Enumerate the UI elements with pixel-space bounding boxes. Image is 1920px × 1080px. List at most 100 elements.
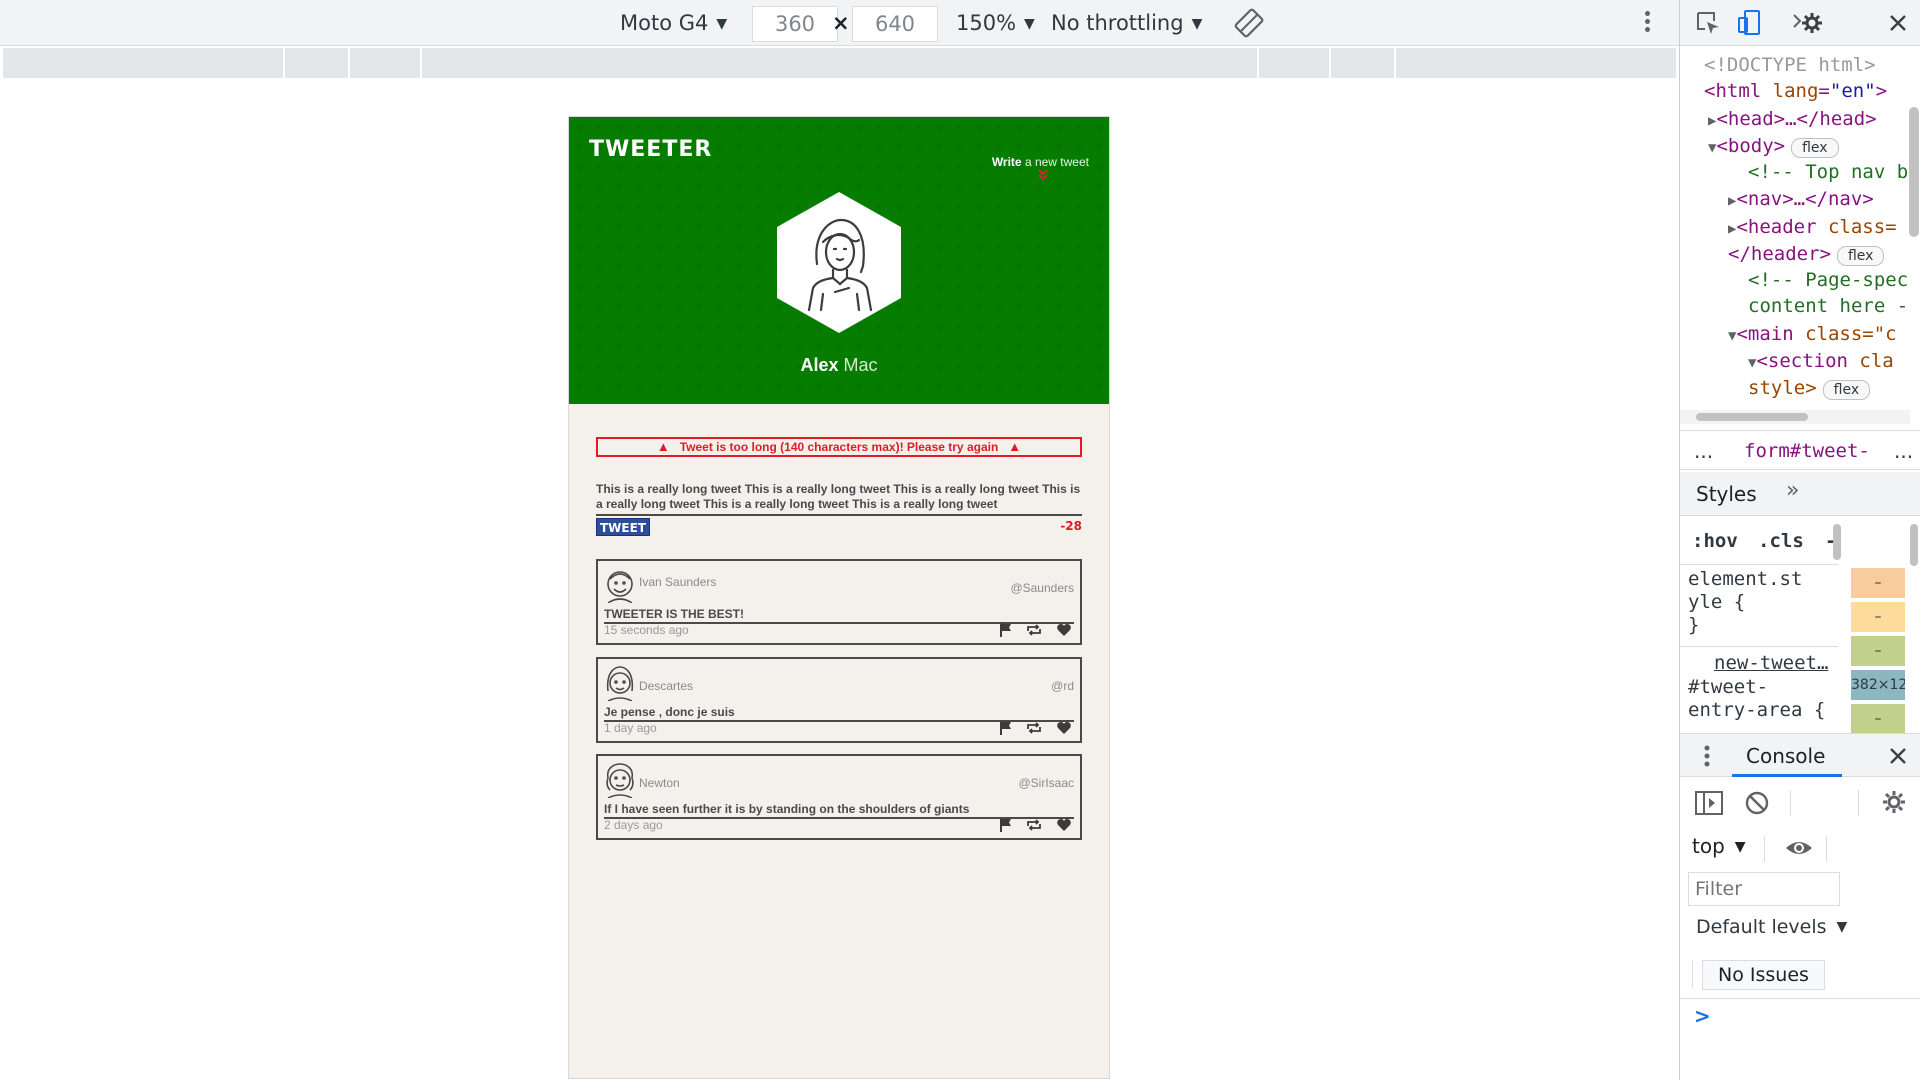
elements-tree: <!DOCTYPE html> <html lang="en"> ▶<head>… xyxy=(1680,47,1920,422)
stylesheet-link[interactable]: new-tweet… xyxy=(1714,652,1828,674)
tab-console[interactable]: Console xyxy=(1746,744,1825,768)
comment-node[interactable]: <!-- Top nav b xyxy=(1748,159,1908,185)
head-node[interactable]: ▶<head>…</head> xyxy=(1708,106,1877,134)
elements-scrollbar[interactable] xyxy=(1909,107,1919,237)
comment-node[interactable]: content here - xyxy=(1748,293,1908,319)
console-drawer-header: Console xyxy=(1680,733,1920,777)
issues-button[interactable]: No Issues xyxy=(1702,960,1825,990)
context-select[interactable]: top ▼ xyxy=(1692,834,1746,858)
box-padding-bottom: – xyxy=(1851,704,1905,734)
section-node[interactable]: ▼<section cla xyxy=(1748,348,1894,376)
tweet-author-name: Ivan Saunders xyxy=(639,575,717,589)
heart-icon[interactable] xyxy=(1056,720,1072,736)
throttling-select-label: No throttling xyxy=(1051,11,1184,35)
main-node[interactable]: ▼<main class="c xyxy=(1728,321,1897,349)
header-close-node[interactable]: </header> flex xyxy=(1728,241,1885,267)
breadcrumb-more[interactable]: ... xyxy=(1894,439,1913,463)
tweet-timestamp: 15 seconds ago xyxy=(604,623,689,637)
device-toggle-icon[interactable] xyxy=(1736,9,1764,37)
hov-toggle[interactable]: :hov xyxy=(1692,530,1738,552)
console-filter-input[interactable] xyxy=(1688,872,1840,906)
nav-node[interactable]: ▶<nav>…</nav> xyxy=(1728,186,1874,214)
tab-styles[interactable]: Styles xyxy=(1696,482,1757,506)
flex-badge: flex xyxy=(1822,380,1871,400)
user-last-name: Mac xyxy=(843,355,878,375)
tweet-card: Descartes @rd Je pense , donc je suis 1 … xyxy=(596,657,1082,743)
body-node[interactable]: ▼<body> flex xyxy=(1708,133,1839,161)
zoom-select-label: 150% xyxy=(956,11,1017,35)
close-icon[interactable] xyxy=(1884,9,1912,37)
tweet-textarea[interactable]: This is a really long tweet This is a re… xyxy=(596,482,1082,516)
tweet-actions xyxy=(998,622,1074,638)
elements-horizontal-scrollbar[interactable] xyxy=(1680,410,1910,424)
tweet-card: Newton @SirIsaac If I have seen further … xyxy=(596,754,1082,840)
more-options-icon[interactable] xyxy=(1637,8,1657,38)
emulated-page: TWEETER Write a new tweet Alex Mac ▲ Twe… xyxy=(568,116,1110,1079)
flex-badge: flex xyxy=(1836,246,1885,266)
retweet-icon[interactable] xyxy=(1026,720,1042,736)
inspect-element-icon[interactable] xyxy=(1694,9,1722,37)
retweet-icon[interactable] xyxy=(1026,622,1042,638)
html-node[interactable]: <html lang="en"> xyxy=(1704,78,1887,104)
tweet-author-name: Newton xyxy=(639,776,680,790)
write-link-rest: a new tweet xyxy=(1024,155,1089,169)
sidebar-toggle-icon[interactable] xyxy=(1694,790,1724,820)
element-style-selector[interactable]: element.st xyxy=(1688,568,1802,591)
character-counter: -28 xyxy=(1060,519,1082,533)
boxmodel-scrollbar[interactable] xyxy=(1910,524,1918,566)
box-padding: – xyxy=(1851,636,1905,666)
double-chevron-right-icon[interactable]: » xyxy=(1786,478,1799,503)
tweet-author-handle: @rd xyxy=(1051,679,1074,693)
media-query-bar[interactable] xyxy=(3,48,1676,78)
console-pane: top ▼ Default levels ▼ No Issues > xyxy=(1680,778,1920,1080)
double-chevron-down-icon[interactable] xyxy=(1037,169,1049,184)
tweet-timestamp: 1 day ago xyxy=(604,721,657,735)
heart-icon[interactable] xyxy=(1056,817,1072,833)
rule-selector[interactable]: #tweet- xyxy=(1688,676,1768,699)
flag-icon[interactable] xyxy=(998,720,1014,736)
box-content-size: 382×120 xyxy=(1851,670,1905,700)
doctype-node[interactable]: <!DOCTYPE html> xyxy=(1704,52,1876,78)
tweet-author-handle: @SirIsaac xyxy=(1018,776,1074,790)
close-icon[interactable] xyxy=(1886,744,1910,768)
clear-console-icon[interactable] xyxy=(1744,790,1770,820)
flex-badge: flex xyxy=(1791,138,1839,158)
write-link-bold: Write xyxy=(991,155,1022,169)
cls-toggle[interactable]: .cls xyxy=(1758,530,1804,552)
rotate-icon[interactable] xyxy=(1234,8,1264,38)
height-input[interactable]: 640 xyxy=(852,6,938,42)
retweet-icon[interactable] xyxy=(1026,817,1042,833)
eye-icon[interactable] xyxy=(1784,836,1814,864)
zoom-select[interactable]: 150% ▼ xyxy=(956,11,1035,35)
heart-icon[interactable] xyxy=(1056,622,1072,638)
write-tweet-link[interactable]: Write a new tweet xyxy=(992,155,1089,169)
console-prompt-icon[interactable]: > xyxy=(1694,1004,1711,1028)
dom-breadcrumb: ... form#tweet- ... xyxy=(1680,430,1920,470)
drawer-menu-icon[interactable] xyxy=(1704,744,1710,768)
log-levels-select[interactable]: Default levels ▼ xyxy=(1696,916,1847,938)
devtools-toolbar xyxy=(1680,0,1920,46)
tweet-author-name: Descartes xyxy=(639,679,694,693)
user-display-name: Alex Mac xyxy=(569,355,1109,376)
caret-down-icon: ▼ xyxy=(1734,839,1746,855)
style-attr-node[interactable]: style> flex xyxy=(1748,375,1871,401)
comment-node[interactable]: <!-- Page-spec xyxy=(1748,267,1908,293)
console-settings-icon[interactable] xyxy=(1880,788,1908,820)
device-select[interactable]: Moto G4 ▼ xyxy=(620,11,727,35)
settings-icon[interactable] xyxy=(1792,9,1822,37)
tweet-timestamp: 2 days ago xyxy=(604,818,663,832)
flag-icon[interactable] xyxy=(998,622,1014,638)
flag-icon[interactable] xyxy=(998,817,1014,833)
styles-scrollbar[interactable] xyxy=(1833,524,1841,560)
throttling-select[interactable]: No throttling ▼ xyxy=(1051,11,1202,35)
breadcrumb-ellipsis[interactable]: ... xyxy=(1694,439,1713,463)
header-node[interactable]: ▶<header class= xyxy=(1728,214,1897,242)
user-first-name: Alex xyxy=(800,355,839,375)
brand-logo[interactable]: TWEETER xyxy=(589,137,712,162)
tweet-button[interactable]: TWEET xyxy=(596,518,650,536)
caret-down-icon: ▼ xyxy=(716,16,728,32)
tweet-author-handle: @Saunders xyxy=(1010,581,1074,595)
warning-icon: ▲ xyxy=(1008,439,1022,454)
width-input[interactable]: 360 xyxy=(752,6,838,42)
breadcrumb-selected[interactable]: form#tweet- xyxy=(1744,440,1870,462)
